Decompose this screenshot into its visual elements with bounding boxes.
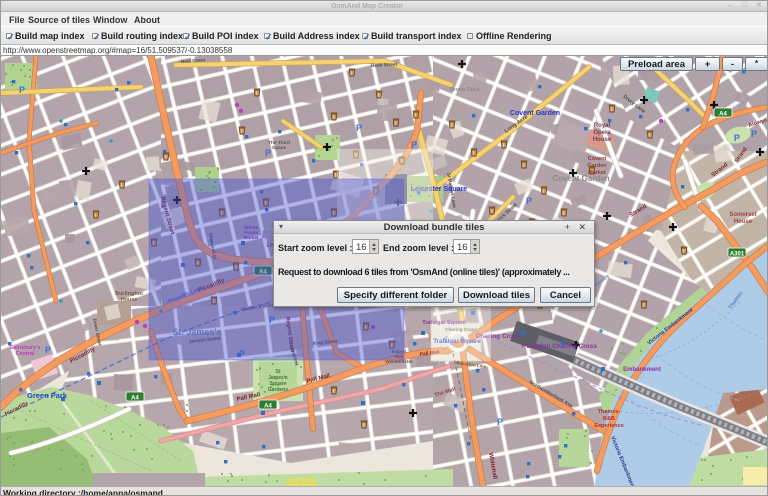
svg-text:Experience: Experience <box>594 423 623 429</box>
svg-text:P: P <box>356 123 362 133</box>
svg-text:Green Park: Green Park <box>27 391 68 400</box>
svg-text:P: P <box>497 417 503 427</box>
svg-text:P: P <box>734 133 740 143</box>
svg-text:+ London Charing Cross: + London Charing Cross <box>521 343 597 350</box>
svg-text:Central: Central <box>16 351 35 357</box>
svg-text:Garden: Garden <box>587 163 607 169</box>
svg-text:A4: A4 <box>719 112 727 118</box>
svg-text:P: P <box>751 129 757 139</box>
svg-text:A4: A4 <box>264 404 272 410</box>
svg-text:Embankment: Embankment <box>623 367 661 373</box>
svg-text:House: House <box>593 137 612 143</box>
svg-text:Covent: Covent <box>588 156 607 162</box>
svg-text:House: House <box>734 219 753 225</box>
svg-text:A301: A301 <box>730 252 745 258</box>
svg-text:R&B: R&B <box>603 416 615 422</box>
svg-text:P: P <box>45 345 51 355</box>
svg-text:P: P <box>265 148 271 158</box>
svg-text:Space: Space <box>272 145 286 151</box>
svg-text:Covent Garden: Covent Garden <box>510 110 560 117</box>
svg-text:A4: A4 <box>131 396 139 402</box>
svg-text:P: P <box>19 85 25 95</box>
svg-text:Somerset: Somerset <box>729 212 756 218</box>
svg-text:Opera: Opera <box>593 130 611 136</box>
svg-text:House: House <box>121 297 138 303</box>
svg-text:Gardens: Gardens <box>268 387 289 393</box>
svg-text:Royal: Royal <box>594 123 611 129</box>
svg-text:P: P <box>526 196 532 206</box>
svg-text:Seven Dials: Seven Dials <box>449 87 480 93</box>
svg-text:P: P <box>411 140 417 150</box>
svg-text:Covent Garden: Covent Garden <box>552 174 609 183</box>
svg-text:Thames-: Thames- <box>598 409 621 415</box>
